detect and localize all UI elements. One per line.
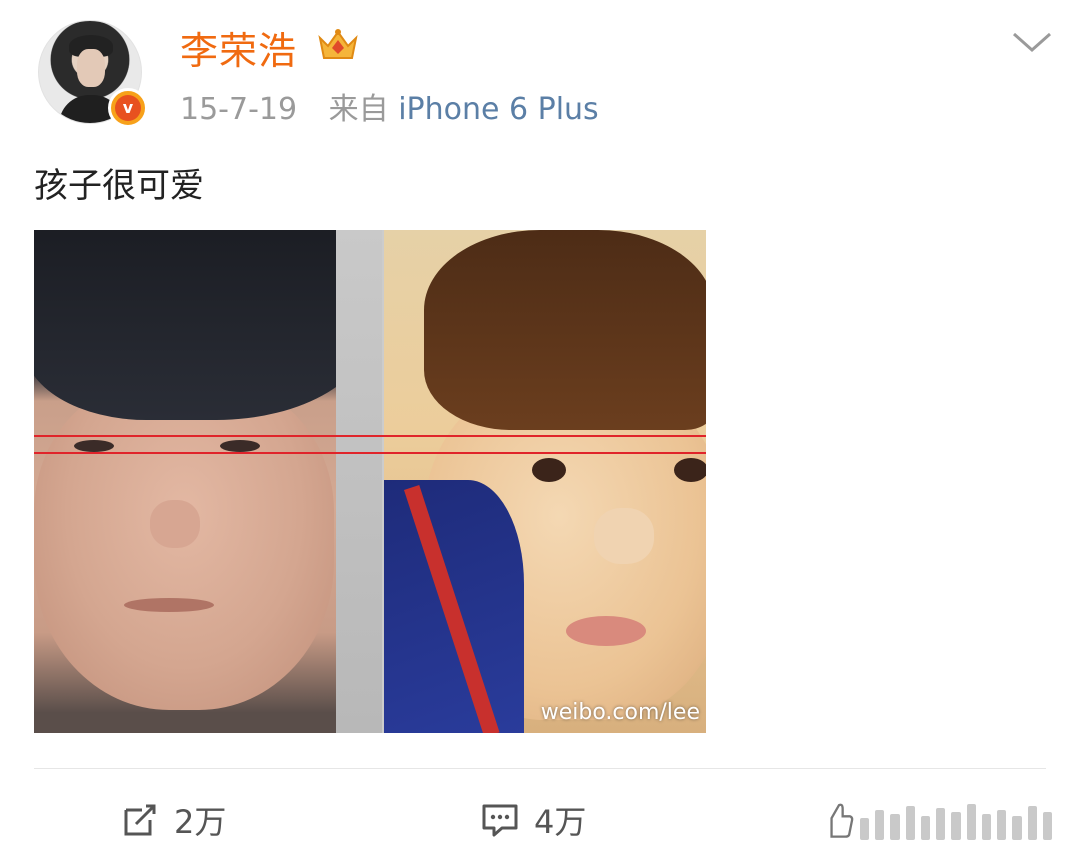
like-count-obscured (997, 810, 1007, 840)
comment-icon (482, 804, 518, 837)
adult-eye-right (220, 440, 260, 452)
image-watermark: weibo.com/lee (540, 700, 700, 725)
like-count-obscured (920, 816, 930, 840)
like-count-obscured (936, 808, 946, 840)
like-icon (830, 803, 854, 838)
child-eye-right (674, 458, 706, 482)
repost-count: 2万 (174, 803, 227, 841)
child-eye-left (532, 458, 566, 482)
comment-count: 4万 (534, 803, 587, 841)
comment-button[interactable]: 4万 (480, 798, 586, 842)
source-prefix: 来自 (328, 92, 389, 127)
adult-eye-left (74, 440, 114, 452)
child-hair (424, 230, 706, 430)
chevron-down-icon[interactable] (1010, 28, 1054, 56)
eye-guide-line-bottom (34, 452, 706, 454)
like-count-obscured (1012, 816, 1022, 840)
post-date: 15-7-19 (180, 92, 298, 127)
adult-background (336, 230, 382, 733)
like-count-obscured (905, 806, 915, 840)
like-count-obscured (1027, 806, 1037, 840)
source-device[interactable]: iPhone 6 Plus (398, 92, 599, 127)
eye-guide-line-top (34, 435, 706, 437)
like-button[interactable] (826, 800, 1052, 840)
like-count-obscured (1042, 812, 1052, 840)
verified-v-glyph: v (115, 95, 141, 121)
action-divider (34, 768, 1046, 769)
photo-adult (34, 230, 382, 733)
like-count-obscured (951, 812, 961, 840)
adult-hair (34, 230, 374, 420)
like-count-obscured (875, 810, 885, 840)
photo-child: weibo.com/lee (384, 230, 706, 733)
post-meta: 15-7-19 来自 iPhone 6 Plus (180, 84, 599, 128)
like-count-obscured (890, 814, 900, 840)
repost-icon (124, 804, 156, 836)
post-image[interactable]: weibo.com/lee (34, 230, 706, 733)
child-mouth (566, 616, 646, 646)
avatar-face (77, 49, 105, 87)
like-count-obscured (981, 814, 991, 840)
adult-nose (150, 500, 200, 548)
like-count-obscured (859, 818, 869, 840)
child-nose (594, 508, 654, 564)
repost-button[interactable]: 2万 (120, 798, 226, 842)
verified-v-icon: v (108, 88, 148, 128)
author-name[interactable]: 李荣浩 (180, 20, 297, 75)
crown-vip-icon[interactable] (316, 26, 360, 64)
post-text: 孩子很可爱 (34, 166, 204, 206)
adult-mouth (124, 598, 214, 612)
like-count-obscured (966, 804, 976, 840)
